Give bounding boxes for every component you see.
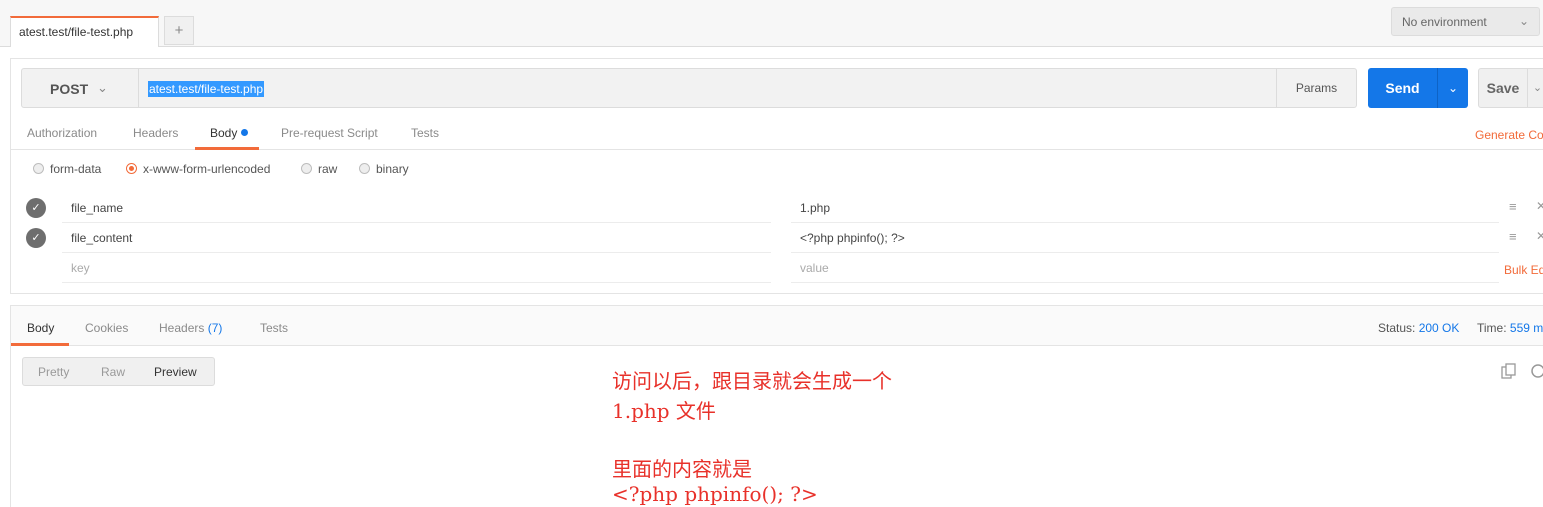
tab-headers[interactable]: Headers [133,126,178,140]
check-icon[interactable]: ✓ [26,228,46,248]
key-input[interactable]: file_name [62,193,771,223]
bulk-edit-link[interactable]: Bulk Ed [1504,263,1543,277]
generate-code-link[interactable]: Generate Co [1475,128,1543,142]
status-label: Status: [1378,321,1416,335]
tab-authorization[interactable]: Authorization [27,126,97,140]
radio-raw[interactable]: raw [301,162,337,176]
save-label: Save [1486,80,1520,96]
key-input[interactable]: file_content [62,223,771,253]
save-button[interactable]: Save ⌄ [1478,68,1543,108]
menu-icon[interactable]: ≡ [1509,229,1517,244]
tab-tests[interactable]: Tests [411,126,439,140]
response-tab-headers-label: Headers [159,321,205,335]
active-tab-underline [11,343,69,346]
time-label: Time: [1477,321,1507,335]
close-icon[interactable]: ✕ [1536,199,1543,213]
chevron-down-icon: ⌄ [1518,14,1529,28]
modified-dot-icon [241,129,249,136]
response-tab-body[interactable]: Body [27,321,54,335]
status-indicator: Status: 200 OK [1378,321,1459,335]
radio-selected-icon [126,163,137,174]
radio-circle-icon [33,163,44,174]
annotation-line: 里面的内容就是 [612,457,752,481]
view-raw[interactable]: Raw [101,365,125,379]
view-mode-toggle: Pretty Raw Preview [22,357,215,386]
table-row-empty: key value [21,253,1543,283]
radio-label: raw [318,162,338,176]
environment-label: No environment [1402,15,1487,29]
value-input[interactable]: <?php phpinfo(); ?> [791,223,1499,253]
table-row: ✓ file_name 1.php ≡ ✕ [21,193,1543,223]
tab-body[interactable]: Body [210,126,249,140]
radio-circle-icon [359,163,370,174]
response-tab-headers[interactable]: Headers (7) [159,321,222,335]
request-tab-label: atest.test/file-test.php [19,25,134,39]
tab-body-label: Body [210,126,238,140]
add-tab-button[interactable]: + [164,16,194,45]
menu-icon[interactable]: ≡ [1509,199,1517,214]
check-icon[interactable]: ✓ [26,198,46,218]
annotation-line: <?php phpinfo(); ?> [612,482,818,506]
copy-icon[interactable] [1501,363,1517,379]
value-input[interactable]: 1.php [791,193,1499,223]
radio-circle-icon [301,163,312,174]
tab-pre-request-script[interactable]: Pre-request Script [281,126,378,140]
response-panel: Body Cookies Headers (7) Tests Status: 2… [10,305,1543,507]
response-tab-tests[interactable]: Tests [260,321,288,335]
close-icon[interactable]: ✕ [1536,229,1543,243]
response-tabs: Body Cookies Headers (7) Tests Status: 2… [11,306,1543,346]
headers-count-badge: (7) [207,321,223,335]
time-value: 559 m [1509,321,1543,335]
annotation-line: 1.php 文件 [612,399,716,423]
radio-binary[interactable]: binary [359,162,409,176]
method-select[interactable]: POST ⌄ [22,69,139,107]
radio-label: binary [376,162,409,176]
request-tabs: Authorization Headers Body Pre-request S… [11,119,1543,150]
key-input[interactable]: key [62,253,771,283]
environment-select[interactable]: No environment ⌄ [1391,7,1540,36]
url-input[interactable]: atest.test/file-test.php [148,81,265,97]
view-preview[interactable]: Preview [154,365,197,379]
request-tab[interactable]: atest.test/file-test.php [10,16,159,47]
request-panel: POST ⌄ atest.test/file-test.php Params S… [10,58,1543,294]
value-input[interactable]: value [791,253,1499,283]
top-tab-bar: atest.test/file-test.php + No environmen… [0,0,1543,47]
method-label: POST [50,81,89,97]
annotation-line: 访问以后，跟目录就会生成一个 [612,369,892,393]
radio-label: x-www-form-urlencoded [143,162,271,176]
send-label: Send [1385,80,1420,96]
search-icon[interactable] [1530,363,1543,379]
radio-label: form-data [50,162,102,176]
send-dropdown-chevron-down-icon[interactable]: ⌄ [1437,68,1468,108]
time-indicator: Time: 559 m [1477,321,1543,335]
chevron-down-icon: ⌄ [97,80,108,95]
url-bar: POST ⌄ atest.test/file-test.php Params [21,68,1357,108]
table-row: ✓ file_content <?php phpinfo(); ?> ≡ ✕ [21,223,1543,253]
status-value: 200 OK [1418,321,1460,335]
save-dropdown-chevron-down-icon[interactable]: ⌄ [1527,69,1543,107]
response-tab-cookies[interactable]: Cookies [85,321,128,335]
active-tab-underline [195,147,259,150]
params-button[interactable]: Params [1276,69,1356,107]
send-button[interactable]: Send ⌄ [1368,68,1468,108]
radio-x-www-form-urlencoded[interactable]: x-www-form-urlencoded [126,162,270,176]
view-pretty[interactable]: Pretty [38,365,69,379]
radio-form-data[interactable]: form-data [33,162,101,176]
